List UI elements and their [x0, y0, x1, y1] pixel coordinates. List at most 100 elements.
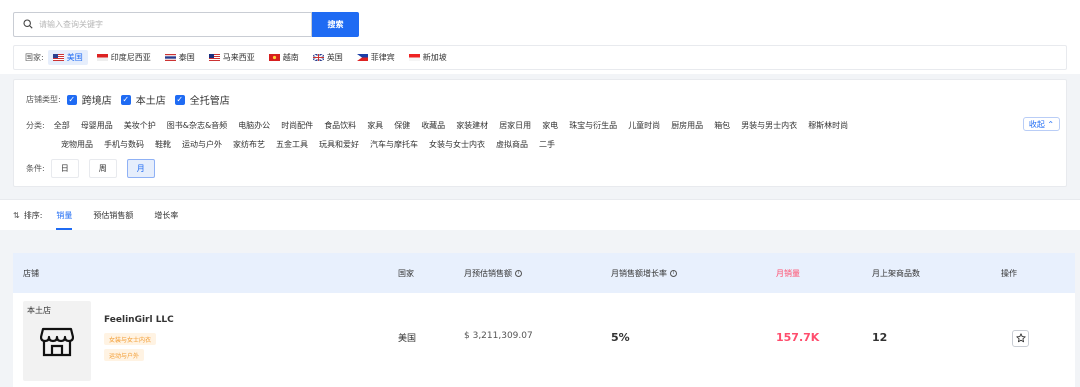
- header-volume[interactable]: 月销量: [776, 253, 800, 293]
- store-type-badge: 本土店: [27, 306, 51, 315]
- sort-bar: ⇅ 排序: 销量 预估销售额 增长率: [0, 199, 1080, 230]
- country-label: 国家:: [25, 53, 44, 62]
- country-name: 泰国: [178, 53, 195, 62]
- condition-week-button[interactable]: 周: [88, 159, 117, 178]
- country-indonesia[interactable]: 印度尼西亚: [92, 50, 156, 65]
- store-type-label: 店铺类型:: [26, 95, 61, 104]
- store-thumbnail: 本土店: [23, 301, 91, 381]
- checkbox-label: 全托管店: [189, 96, 230, 107]
- header-action: 操作: [1001, 268, 1017, 278]
- category-item[interactable]: 儿童时尚: [628, 120, 660, 131]
- vietnam-flag-icon: [268, 54, 280, 61]
- category-item[interactable]: 虚拟商品: [496, 139, 528, 150]
- category-tag: 女装与女士内衣: [104, 333, 157, 345]
- category-item[interactable]: 家具: [367, 120, 383, 131]
- category-item[interactable]: 鞋靴: [155, 139, 171, 150]
- header-label: 月销售额增长率: [611, 268, 667, 278]
- country-thailand[interactable]: 泰国: [160, 50, 200, 65]
- philippines-flag-icon: [356, 54, 368, 61]
- sort-tab-volume[interactable]: 销量: [56, 200, 73, 231]
- category-item[interactable]: 食品饮料: [324, 120, 356, 131]
- volume-cell: 157.7K: [776, 331, 820, 344]
- collapse-button[interactable]: 收起 ⌃: [1023, 117, 1060, 131]
- category-line-2: 宠物用品 手机与数码 鞋靴 运动与户外 家纺布艺 五金工具 玩具和爱好 汽车与摩…: [26, 137, 1026, 152]
- search-icon: [23, 18, 33, 31]
- country-uk[interactable]: 英国: [308, 50, 348, 65]
- check-icon: ✓: [120, 94, 131, 105]
- store-type-local-checkbox[interactable]: ✓ 本土店: [120, 92, 166, 107]
- search-input[interactable]: [39, 20, 279, 29]
- condition-day-button[interactable]: 日: [50, 159, 79, 178]
- category-item[interactable]: 穆斯林时尚: [808, 120, 848, 131]
- category-item[interactable]: 男装与男士内衣: [741, 120, 797, 131]
- country-filter: 国家: 美国 印度尼西亚 泰国 马来西亚 越南 英国 菲律宾 新加坡: [13, 45, 1067, 70]
- category-item[interactable]: 家纺布艺: [233, 139, 265, 150]
- category-item[interactable]: 五金工具: [276, 139, 308, 150]
- singapore-flag-icon: [408, 54, 420, 61]
- category-item[interactable]: 保健: [394, 120, 410, 131]
- search-box[interactable]: [13, 12, 312, 37]
- country-us[interactable]: 美国: [47, 50, 88, 65]
- category-item[interactable]: 运动与户外: [182, 139, 222, 150]
- country-malaysia[interactable]: 马来西亚: [204, 50, 260, 65]
- country-name: 马来西亚: [222, 53, 255, 62]
- category-item[interactable]: 厨房用品: [671, 120, 703, 131]
- category-item[interactable]: 时尚配件: [281, 120, 313, 131]
- category-item[interactable]: 居家日用: [499, 120, 531, 131]
- condition-label: 条件:: [26, 164, 45, 173]
- condition-month-button[interactable]: 月: [126, 159, 155, 178]
- star-icon: [1015, 332, 1026, 345]
- category-item[interactable]: 箱包: [714, 120, 730, 131]
- category-item[interactable]: 珠宝与衍生品: [569, 120, 617, 131]
- country-name: 菲律宾: [370, 53, 395, 62]
- header-sales-est[interactable]: 月预估销售额 i: [464, 253, 522, 293]
- country-name: 英国: [326, 53, 343, 62]
- category-item[interactable]: 家装建材: [456, 120, 488, 131]
- search-button[interactable]: 搜索: [312, 12, 359, 37]
- favorite-button[interactable]: [1012, 330, 1029, 347]
- storefront-icon: [39, 327, 75, 359]
- sort-icon: ⇅: [13, 210, 20, 220]
- country-vietnam[interactable]: 越南: [264, 50, 304, 65]
- table-row[interactable]: 本土店 FeelinGirl LLC 女装与女士内衣 运动与户外 美国 $ 3,…: [13, 293, 1075, 387]
- category-item[interactable]: 玩具和爱好: [319, 139, 359, 150]
- category-filter: 分类: 全部 母婴用品 美妆个护 图书&杂志&音频 电脑办公 时尚配件 食品饮料…: [26, 118, 1026, 156]
- info-icon[interactable]: i: [670, 269, 677, 277]
- category-line-1: 分类: 全部 母婴用品 美妆个护 图书&杂志&音频 电脑办公 时尚配件 食品饮料…: [26, 118, 1026, 133]
- store-type-crossborder-checkbox[interactable]: ✓ 跨境店: [66, 92, 112, 107]
- top-search-area: 搜索 国家: 美国 印度尼西亚 泰国 马来西亚 越南 英国 菲律宾: [0, 0, 1080, 74]
- category-item[interactable]: 女装与女士内衣: [429, 139, 485, 150]
- uk-flag-icon: [312, 53, 325, 62]
- info-icon[interactable]: i: [515, 269, 522, 277]
- country-name: 美国: [66, 53, 83, 62]
- category-item[interactable]: 图书&杂志&音频: [167, 120, 227, 131]
- growth-cell: 5%: [611, 331, 630, 344]
- country-singapore[interactable]: 新加坡: [404, 50, 452, 65]
- sort-tab-sales-est[interactable]: 预估销售额: [93, 200, 133, 231]
- malaysia-flag-icon: [208, 54, 220, 61]
- category-item[interactable]: 手机与数码: [104, 139, 144, 150]
- thailand-flag-icon: [164, 54, 176, 61]
- category-item[interactable]: 二手: [539, 139, 555, 150]
- sort-tab-growth[interactable]: 增长率: [154, 200, 178, 231]
- us-flag-icon: [52, 54, 64, 61]
- category-item[interactable]: 全部: [54, 120, 70, 131]
- check-icon: ✓: [66, 94, 77, 105]
- store-name[interactable]: FeelinGirl LLC: [104, 315, 174, 325]
- category-item[interactable]: 收藏品: [421, 120, 445, 131]
- header-label: 月预估销售额: [464, 268, 512, 278]
- category-item[interactable]: 汽车与摩托车: [370, 139, 418, 150]
- header-growth[interactable]: 月销售额增长率 i: [611, 253, 677, 293]
- category-item[interactable]: 母婴用品: [81, 120, 113, 131]
- category-item[interactable]: 家电: [542, 120, 558, 131]
- filter-panel: 店铺类型: ✓ 跨境店 ✓ 本土店 ✓ 全托管店 分类: 全部 母婴用品 美妆个…: [13, 79, 1067, 187]
- category-item[interactable]: 电脑办公: [238, 120, 270, 131]
- country-philippines[interactable]: 菲律宾: [352, 50, 400, 65]
- category-item[interactable]: 美妆个护: [124, 120, 156, 131]
- check-icon: ✓: [174, 94, 185, 105]
- checkbox-label: 跨境店: [81, 96, 112, 107]
- store-type-managed-checkbox[interactable]: ✓ 全托管店: [174, 92, 230, 107]
- indonesia-flag-icon: [96, 54, 108, 61]
- category-item[interactable]: 宠物用品: [61, 139, 93, 150]
- country-name: 新加坡: [422, 53, 447, 62]
